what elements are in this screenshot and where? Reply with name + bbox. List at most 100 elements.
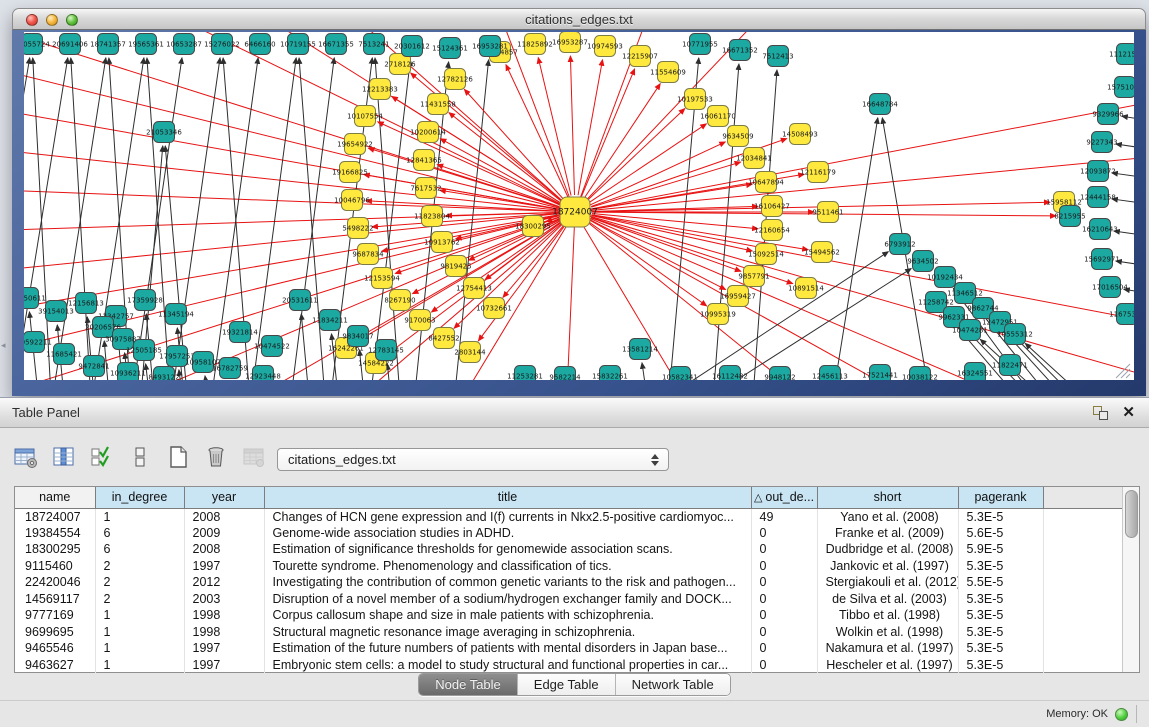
row-check-button[interactable] xyxy=(86,442,118,472)
cell: 1 xyxy=(95,640,184,657)
source-table-select[interactable]: citations_edges.txt xyxy=(277,448,669,471)
network-view[interactable]: 1872400727181261221338310107554196549221… xyxy=(24,32,1134,380)
table-body: 1872400712008Changes of HCN gene express… xyxy=(15,508,1122,673)
column-header-title[interactable]: title xyxy=(264,487,751,508)
graph-node-label: 10913762 xyxy=(424,239,460,247)
cell: 0 xyxy=(751,541,817,558)
graph-node-label: 16324551 xyxy=(957,370,993,378)
memory-status-label: Memory: OK xyxy=(1046,708,1108,720)
zoom-window-button[interactable] xyxy=(66,14,78,26)
table-row[interactable]: 1872400712008Changes of HCN gene express… xyxy=(15,508,1122,525)
resize-grip-icon[interactable] xyxy=(1126,374,1130,378)
table-settings-button[interactable] xyxy=(10,442,42,472)
cell: Tourette syndrome. Phenomenology and cla… xyxy=(264,558,751,575)
graph-node-label: 11825892 xyxy=(517,41,553,49)
column-header-pagerank[interactable]: pagerank xyxy=(958,487,1043,508)
show-columns-button[interactable] xyxy=(48,442,80,472)
cell: 2 xyxy=(95,558,184,575)
graph-node-label: 10038122 xyxy=(902,374,938,381)
table-row[interactable]: 1938455462009Genome-wide association stu… xyxy=(15,525,1122,542)
graph-node-label: 11253281 xyxy=(507,373,543,381)
panel-collapse-arrow[interactable]: ◂ xyxy=(1,340,6,351)
graph-edge-black xyxy=(179,370,190,380)
graph-node-label: 8493122 xyxy=(148,374,179,381)
table-row[interactable]: 911546021997Tourette syndrome. Phenomeno… xyxy=(15,558,1122,575)
graph-node-label: 12213383 xyxy=(362,86,398,94)
graph-node-label: 18750611 xyxy=(24,295,46,303)
column-header-short[interactable]: short xyxy=(817,487,958,508)
scrollbar-thumb[interactable] xyxy=(1125,490,1138,538)
graph-node-label: 12116179 xyxy=(800,169,836,177)
cell: 18724007 xyxy=(15,508,95,525)
column-header-year[interactable]: year xyxy=(184,487,264,508)
cell: Dudbridge et al. (2008) xyxy=(817,541,958,558)
column-header-in_degree[interactable]: in_degree xyxy=(95,487,184,508)
graph-edge-black xyxy=(375,58,404,380)
resize-grip-icon[interactable] xyxy=(1121,369,1130,378)
graph-edge-red xyxy=(24,212,575,276)
graph-edge-black xyxy=(642,363,652,380)
table-toolbar: f(x) xyxy=(10,440,308,474)
cell: 5.3E-5 xyxy=(958,508,1043,525)
graph-node-label: 8427552 xyxy=(428,335,459,343)
table-settings-icon xyxy=(13,444,39,470)
graph-node-label: 10732661 xyxy=(476,305,512,313)
cell: Changes of HCN gene expression and I(f) … xyxy=(264,508,751,525)
cell: 2012 xyxy=(184,574,264,591)
cell xyxy=(1043,541,1122,558)
merge-rows-button[interactable] xyxy=(124,442,156,472)
graph-node-label: 13581214 xyxy=(622,346,658,354)
graph-edge-red xyxy=(587,109,684,201)
table-scrollbar[interactable] xyxy=(1122,487,1139,672)
graph-node-label: 9819425 xyxy=(440,263,471,271)
new-table-button[interactable] xyxy=(162,442,194,472)
graph-node-label: 16671355 xyxy=(318,41,354,49)
table-row[interactable]: 1456911722003Disruption of a novel membe… xyxy=(15,591,1122,608)
cell: 14569117 xyxy=(15,591,95,608)
cell: 19384554 xyxy=(15,525,95,542)
table-row[interactable]: 2242004622012Investigating the contribut… xyxy=(15,574,1122,591)
graph-edge-black xyxy=(147,58,174,380)
tab-node-table[interactable]: Node Table xyxy=(419,674,517,695)
float-panel-icon[interactable] xyxy=(1093,406,1108,420)
column-header-name[interactable]: name xyxy=(15,487,95,508)
tab-network-table[interactable]: Network Table xyxy=(615,674,730,695)
table-row[interactable]: 946554611997Estimation of the future num… xyxy=(15,640,1122,657)
cell: Tibbo et al. (1998) xyxy=(817,607,958,624)
cell: 9463627 xyxy=(15,657,95,674)
table-panel-title: Table Panel xyxy=(0,405,80,420)
table-row[interactable]: 1830029562008Estimation of significance … xyxy=(15,541,1122,558)
cell: 5.3E-5 xyxy=(958,591,1043,608)
graph-node-label: 12156813 xyxy=(68,300,104,308)
graph-node-label: 16782759 xyxy=(212,365,248,373)
graph-node-label: 12034841 xyxy=(736,155,772,163)
table-row[interactable]: 946362711997Embryonic stem cells: a mode… xyxy=(15,657,1122,674)
delete-table-button[interactable] xyxy=(200,442,232,472)
graph-node-label: 10046796 xyxy=(334,197,370,205)
graph-edge-black xyxy=(1010,332,1129,380)
tab-edge-table[interactable]: Edge Table xyxy=(517,674,615,695)
column-header-out_de...[interactable]: △out_de... xyxy=(751,487,817,508)
graph-node-label: 10771955 xyxy=(682,41,718,49)
table-row[interactable]: 977716911998Corpus callosum shape and si… xyxy=(15,607,1122,624)
cell xyxy=(1043,624,1122,641)
memory-ok-indicator[interactable] xyxy=(1115,708,1128,721)
graph-node-label: 11554609 xyxy=(650,69,686,77)
graph-node-label: 17016504 xyxy=(1092,284,1128,292)
graph-node-label: 16671352 xyxy=(722,47,758,55)
cell: 9115460 xyxy=(15,558,95,575)
table-tabs-area: Node TableEdge TableNetwork Table xyxy=(0,673,1149,696)
graph-node-label: 10107554 xyxy=(347,113,383,121)
minimize-window-button[interactable] xyxy=(46,14,58,26)
graph-edge-red xyxy=(575,92,1134,212)
close-window-button[interactable] xyxy=(26,14,38,26)
cell: 9777169 xyxy=(15,607,95,624)
graph-node-label: 9582214 xyxy=(549,374,581,381)
graph-node-label: 20691406 xyxy=(52,41,88,49)
table-row[interactable]: 969969511998Structural magnetic resonanc… xyxy=(15,624,1122,641)
graph-node-label: 9634502 xyxy=(907,258,938,266)
graph-node-label: 6793912 xyxy=(884,241,915,249)
close-panel-icon[interactable]: ✕ xyxy=(1122,406,1135,420)
window-titlebar[interactable]: citations_edges.txt xyxy=(12,8,1146,30)
cell: 0 xyxy=(751,525,817,542)
